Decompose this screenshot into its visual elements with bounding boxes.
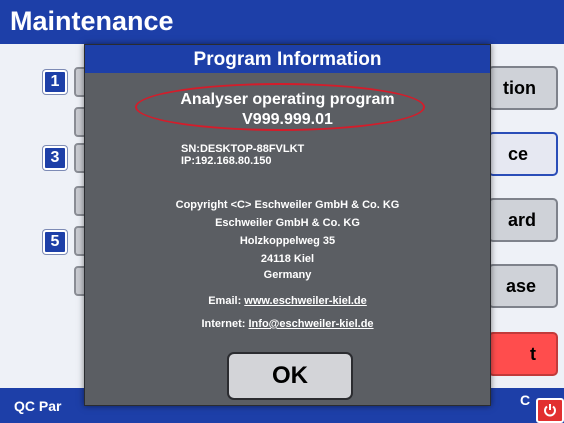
highlight-ellipse xyxy=(135,83,425,131)
serial-number: SN:DESKTOP-88FVLKT xyxy=(181,143,305,155)
title-bar: Maintenance xyxy=(0,0,564,44)
right-button-3[interactable]: ard xyxy=(488,198,558,242)
step-number-5[interactable]: 5 xyxy=(43,230,67,254)
copyright-line: Copyright <C> Eschweiler GmbH & Co. KG xyxy=(175,199,400,211)
right-button-5[interactable]: t xyxy=(488,332,558,376)
right-button-4-label: ase xyxy=(505,276,536,296)
qc-label[interactable]: QC Par xyxy=(14,398,61,414)
right-button-4[interactable]: ase xyxy=(488,264,558,308)
right-button-5-label: t xyxy=(530,344,536,364)
step-number-1[interactable]: 1 xyxy=(43,70,67,94)
maintenance-screen: Maintenance 1 3 5 tion ce ard ase t QC P… xyxy=(0,0,564,423)
postal-city: 24118 Kiel xyxy=(260,253,315,265)
power-button[interactable] xyxy=(536,398,564,423)
power-icon xyxy=(544,404,556,417)
internet-label: Internet: xyxy=(201,318,246,330)
company-name: Eschweiler GmbH & Co. KG xyxy=(215,217,360,229)
right-button-2-label: ce xyxy=(507,144,528,164)
right-button-1[interactable]: tion xyxy=(488,66,558,110)
dialog-title: Program Information xyxy=(85,45,490,73)
internet-row: Internet: Info@eschweiler-kiel.de xyxy=(85,318,490,330)
country: Germany xyxy=(263,269,312,281)
email-link[interactable]: www.eschweiler-kiel.de xyxy=(244,295,366,307)
step-number-3[interactable]: 3 xyxy=(43,146,67,170)
email-row: Email: www.eschweiler-kiel.de xyxy=(85,295,490,307)
internet-link[interactable]: Info@eschweiler-kiel.de xyxy=(249,318,374,330)
email-label: Email: xyxy=(208,295,242,307)
right-button-1-label: tion xyxy=(503,78,536,98)
window-title: Maintenance xyxy=(10,6,174,36)
program-information-dialog: Program Information Analyser operating p… xyxy=(84,44,491,406)
right-button-2[interactable]: ce xyxy=(488,132,558,176)
ok-button[interactable]: OK xyxy=(227,352,353,400)
right-button-3-label: ard xyxy=(507,210,536,230)
street-address: Holzkoppelweg 35 xyxy=(239,235,336,247)
bottom-right-label: C xyxy=(520,392,531,408)
ip-address: IP:192.168.80.150 xyxy=(181,155,272,167)
